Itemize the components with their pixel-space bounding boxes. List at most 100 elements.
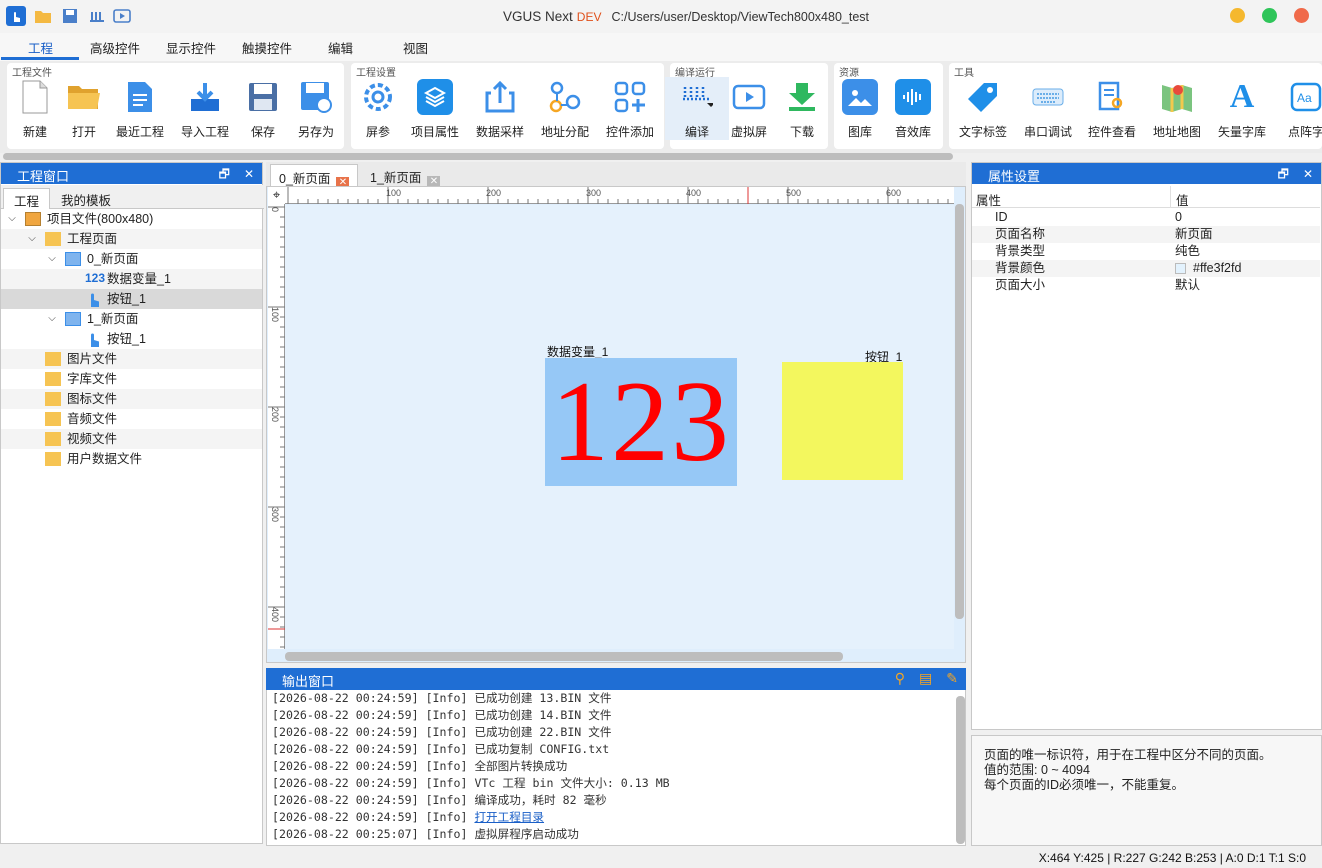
simulator-icon[interactable] xyxy=(112,6,132,26)
tool-label: 音效库 xyxy=(894,125,931,139)
tree-item-project[interactable]: ⌵ 项目文件(800x480) xyxy=(1,209,262,229)
tab-my-templates[interactable]: 我的模板 xyxy=(51,188,121,209)
button-control[interactable] xyxy=(782,362,903,480)
property-value[interactable]: 纯色 xyxy=(1175,243,1200,260)
open-button[interactable]: 打开 xyxy=(52,77,116,140)
property-value[interactable]: #ffe3f2fd xyxy=(1193,260,1241,277)
tab-project[interactable]: 工程 xyxy=(3,188,51,209)
chevron-down-icon[interactable]: ⌵ xyxy=(46,249,58,269)
save-as-button[interactable]: 另存为 xyxy=(284,77,348,140)
property-row[interactable]: 页面大小 默认 xyxy=(972,277,1320,294)
hand-pointer-icon xyxy=(87,332,103,347)
project-icon xyxy=(25,212,41,226)
property-value[interactable]: 新页面 xyxy=(1175,226,1213,243)
open-project-dir-link[interactable]: 打开工程目录 xyxy=(474,810,544,824)
property-row[interactable]: 背景类型 纯色 xyxy=(972,243,1320,260)
chevron-down-icon[interactable]: ⌵ xyxy=(46,309,58,329)
bitmap-font-button[interactable]: Aa 点阵字 xyxy=(1274,77,1322,140)
output-scrollbar[interactable] xyxy=(956,696,965,844)
tree-label: 1_新页面 xyxy=(87,312,139,326)
audio-wave-icon xyxy=(895,79,931,115)
tree-item-data-variable[interactable]: 123 数据变量_1 xyxy=(1,269,262,289)
ribbon-scrollbar[interactable] xyxy=(3,153,953,160)
tree-item-user-data[interactable]: 用户数据文件 xyxy=(1,449,262,469)
serial-debug-button[interactable]: 串口调试 xyxy=(1016,77,1080,140)
menu-project[interactable]: 工程 xyxy=(28,38,53,57)
property-key: 页面大小 xyxy=(995,278,1046,292)
upload-icon xyxy=(482,79,518,115)
menu-edit[interactable]: 编辑 xyxy=(328,38,353,57)
ruler-label: 0 xyxy=(270,207,280,213)
maximize-button[interactable] xyxy=(1262,8,1277,23)
close-button[interactable] xyxy=(1294,8,1309,23)
data-sampling-button[interactable]: 数据采样 xyxy=(468,77,532,140)
color-swatch[interactable] xyxy=(1175,263,1186,274)
address-map-button[interactable]: 地址地图 xyxy=(1145,77,1209,140)
audio-library-button[interactable]: 音效库 xyxy=(881,77,945,140)
property-row[interactable]: ID 0 xyxy=(972,209,1320,226)
vector-font-button[interactable]: A 矢量字库 xyxy=(1210,77,1274,140)
page-icon xyxy=(65,252,81,266)
tree-item-page-0[interactable]: ⌵ 0_新页面 xyxy=(1,249,262,269)
screen-params-button[interactable]: 屏参 xyxy=(346,77,410,140)
restore-icon[interactable]: 🗗 xyxy=(1278,167,1289,181)
menu-view[interactable]: 视图 xyxy=(403,38,428,57)
open-folder-icon[interactable] xyxy=(33,6,53,26)
recent-projects-button[interactable]: 最近工程 xyxy=(108,77,172,140)
minimize-button[interactable] xyxy=(1230,8,1245,23)
compile-icon[interactable] xyxy=(87,6,107,26)
restore-icon[interactable]: 🗗 xyxy=(219,167,230,181)
tab-page-1[interactable]: 1_新页面 ✕ xyxy=(362,164,448,189)
svg-text:Aa: Aa xyxy=(1297,91,1312,105)
tree-item-audio[interactable]: 音频文件 xyxy=(1,409,262,429)
menu-display-controls[interactable]: 显示控件 xyxy=(166,38,216,57)
clear-broom-icon[interactable]: ✎ xyxy=(946,670,958,686)
touch-icon[interactable] xyxy=(6,6,26,26)
add-control-button[interactable]: 控件添加 xyxy=(598,77,662,140)
search-icon[interactable]: ⚲ xyxy=(895,670,905,686)
save-as-icon xyxy=(298,79,334,115)
tree-item-fonts[interactable]: 字库文件 xyxy=(1,369,262,389)
tree-item-pages[interactable]: ⌵ 工程页面 xyxy=(1,229,262,249)
menu-touch-controls[interactable]: 触摸控件 xyxy=(242,38,292,57)
chevron-down-icon[interactable]: ⌵ xyxy=(6,209,18,229)
tree-label: 字库文件 xyxy=(67,372,118,386)
tree-item-images[interactable]: 图片文件 xyxy=(1,349,262,369)
close-icon[interactable]: ✕ xyxy=(1303,167,1313,181)
property-row[interactable]: 背景颜色 #ffe3f2fd xyxy=(972,260,1320,277)
tree-item-icons[interactable]: 图标文件 xyxy=(1,389,262,409)
log-file-icon[interactable]: ▤ xyxy=(919,670,932,686)
canvas-horizontal-scrollbar[interactable] xyxy=(285,652,843,661)
control-inspect-button[interactable]: 控件查看 xyxy=(1080,77,1144,140)
tree-item-page-1[interactable]: ⌵ 1_新页面 xyxy=(1,309,262,329)
group-project-file: 工程文件 新建 打开 最近工程 导入工程 保存 另存为 xyxy=(7,63,344,149)
tab-page-0[interactable]: 0_新页面 ✕ xyxy=(270,164,359,190)
folder-icon xyxy=(45,352,61,366)
property-value[interactable]: 默认 xyxy=(1175,277,1200,294)
property-value[interactable]: 0 xyxy=(1175,209,1182,226)
chevron-down-icon[interactable]: ⌵ xyxy=(26,229,38,249)
properties-table-header: 属性 值 xyxy=(972,186,1320,208)
ruler-label: 100 xyxy=(386,188,402,198)
property-row[interactable]: 页面名称 新页面 xyxy=(972,226,1320,243)
page-tabs: 0_新页面 ✕ 1_新页面 ✕ xyxy=(266,162,966,190)
save-icon[interactable] xyxy=(60,6,80,26)
tree-item-button-1b[interactable]: 按钮_1 xyxy=(1,329,262,349)
menu-advanced-controls[interactable]: 高级控件 xyxy=(90,38,140,57)
page-icon xyxy=(65,312,81,326)
close-icon[interactable]: ✕ xyxy=(244,167,254,181)
import-project-button[interactable]: 导入工程 xyxy=(173,77,237,140)
tree-item-button-1[interactable]: 按钮_1 xyxy=(1,289,262,309)
download-button[interactable]: 下载 xyxy=(770,77,834,140)
project-properties-button[interactable]: 项目属性 xyxy=(403,77,467,140)
ruler-label: 200 xyxy=(486,188,502,198)
tree-item-video[interactable]: 视频文件 xyxy=(1,429,262,449)
ruler-origin-icon[interactable]: ⌖ xyxy=(268,187,285,204)
text-tag-button[interactable]: 文字标签 xyxy=(951,77,1015,140)
address-allocation-button[interactable]: 地址分配 xyxy=(533,77,597,140)
canvas-vertical-scrollbar[interactable] xyxy=(955,204,964,619)
tool-label: 最近工程 xyxy=(115,125,164,139)
data-variable-control[interactable]: 123 xyxy=(545,358,737,486)
folder-icon xyxy=(45,372,61,386)
ruler-label: 400 xyxy=(270,607,280,623)
